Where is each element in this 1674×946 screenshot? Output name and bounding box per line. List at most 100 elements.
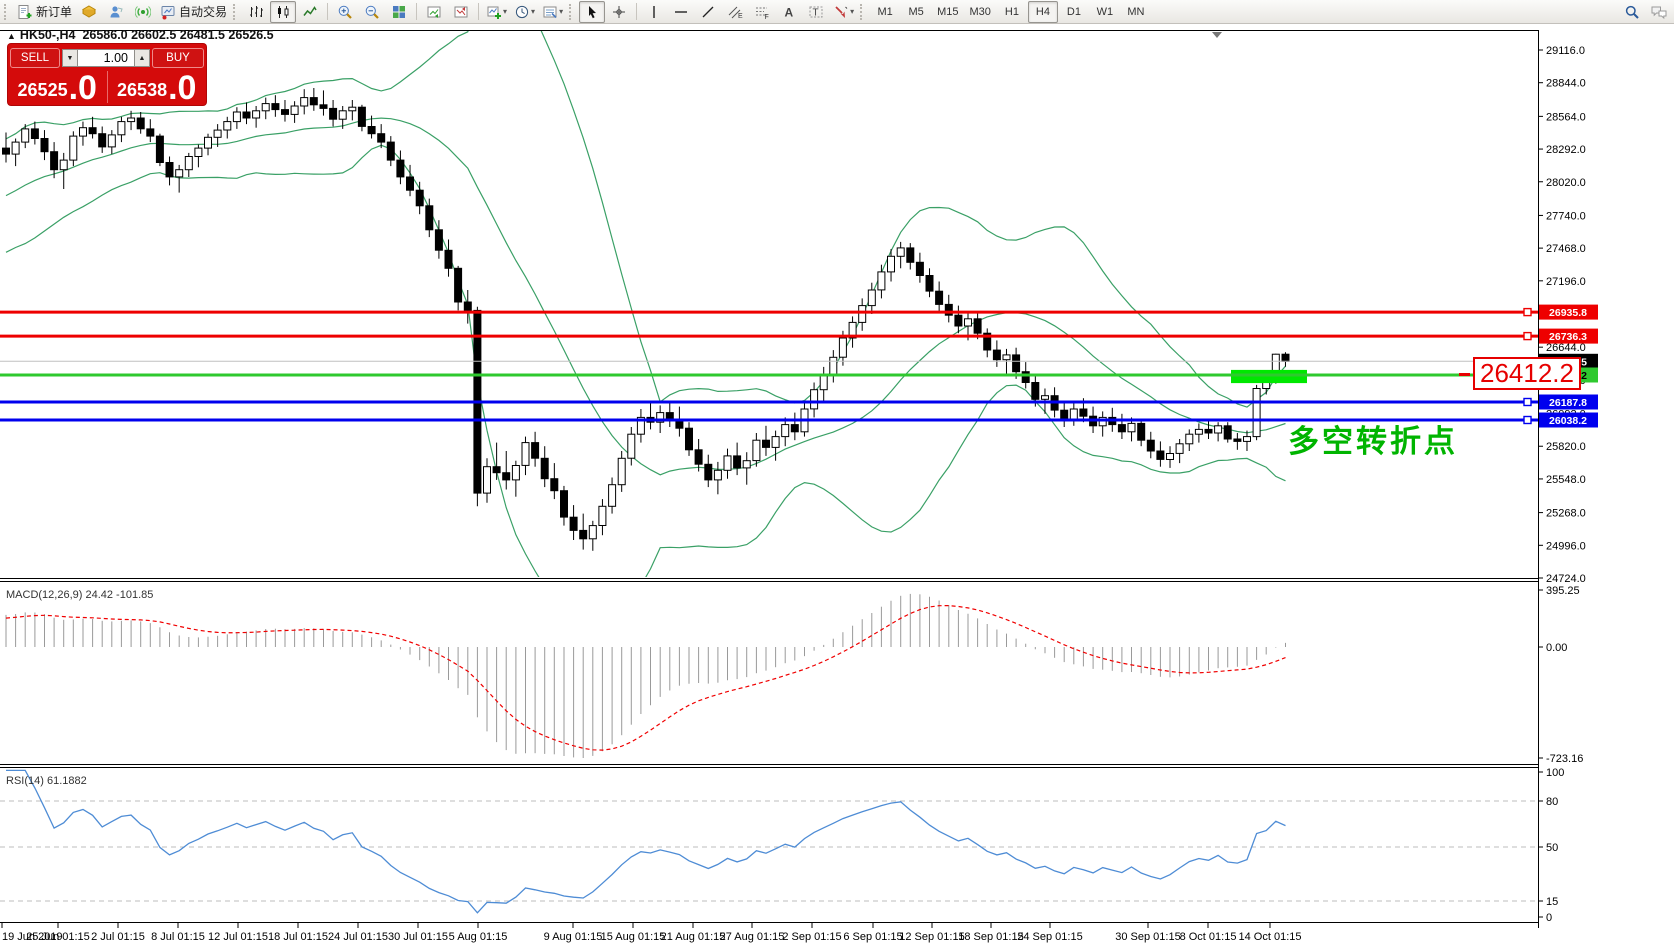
svg-text:80: 80: [1546, 796, 1558, 808]
channel-icon: E: [728, 6, 743, 20]
sell-button[interactable]: SELL: [10, 48, 60, 68]
time-axis[interactable]: 19 Jun 201925 Jun 01:15 2 Jul 01:15 8 Jul …: [1, 922, 1302, 943]
chart-area[interactable]: 29116.0 28844.0 28564.0 28292.0 28020.0 27740…: [0, 24, 1674, 946]
fibonacci-tool[interactable]: F: [749, 1, 775, 23]
chat-icon: [1651, 6, 1667, 19]
tf-m15-button[interactable]: M15: [932, 1, 963, 23]
tf-w1-button[interactable]: W1: [1090, 1, 1120, 23]
horizontal-line-tool[interactable]: [668, 1, 694, 23]
autotrade-icon: [161, 5, 175, 19]
svg-text:8 Jul 01:15: 8 Jul 01:15: [151, 931, 205, 943]
chart-collapse-icon[interactable]: ▲: [7, 31, 16, 41]
horizontal-line-icon: [675, 10, 688, 13]
signals-button[interactable]: [130, 1, 156, 23]
buy-price-main: 26538: [117, 80, 168, 100]
candlesticks: [2, 88, 1290, 551]
new-order-icon: [18, 4, 32, 19]
autotrade-button[interactable]: 自动交易: [157, 1, 230, 23]
svg-text:0.00: 0.00: [1546, 642, 1567, 654]
svg-text:12 Jul 01:15: 12 Jul 01:15: [208, 931, 268, 943]
crosshair-tool-button[interactable]: [606, 1, 632, 23]
tile-windows-button[interactable]: [386, 1, 412, 23]
svg-text:26935.8: 26935.8: [1549, 307, 1587, 319]
arrows-tool[interactable]: ▾: [830, 1, 857, 23]
line-chart-button[interactable]: [297, 1, 323, 23]
add-indicator-button[interactable]: ▾: [483, 1, 510, 23]
tf-m30-button[interactable]: M30: [965, 1, 996, 23]
tf-mn-button[interactable]: MN: [1121, 1, 1151, 23]
toolbar-grip: [4, 3, 11, 20]
svg-text:2 Sep 01:15: 2 Sep 01:15: [782, 931, 841, 943]
clock-icon: [515, 5, 529, 18]
macd-axis[interactable]: 395.25 0.00 -723.16: [1538, 585, 1583, 765]
cursor-tool-button[interactable]: [579, 0, 606, 23]
new-order-button[interactable]: 新订单: [14, 1, 75, 23]
channel-tool[interactable]: E: [722, 1, 748, 23]
sell-price-button[interactable]: 26525 .0: [8, 69, 107, 105]
svg-text:A: A: [785, 5, 794, 19]
accounts-button[interactable]: [103, 1, 129, 23]
macd-histogram: [5, 593, 1286, 758]
svg-text:27196.0: 27196.0: [1546, 276, 1586, 288]
zoom-in-button[interactable]: [332, 1, 358, 23]
key-level-price-label[interactable]: 26412.2: [1473, 357, 1581, 390]
indicator-window-button[interactable]: [448, 1, 474, 23]
period-clock-button[interactable]: ▾: [511, 1, 538, 23]
new-order-label: 新订单: [36, 5, 73, 19]
price-chart-svg[interactable]: 29116.0 28844.0 28564.0 28292.0 28020.0 27740…: [0, 24, 1674, 946]
tf-h4-button[interactable]: H4: [1027, 0, 1058, 23]
chart-window-up-icon: [427, 6, 441, 18]
svg-text:25820.0: 25820.0: [1546, 441, 1586, 453]
data-window-button[interactable]: [421, 1, 447, 23]
pivot-note-text[interactable]: 多空转折点: [1288, 416, 1458, 461]
svg-text:50: 50: [1546, 842, 1558, 854]
svg-text:27740.0: 27740.0: [1546, 210, 1586, 222]
chart-shift-marker[interactable]: [1212, 32, 1222, 38]
dropdown-caret-icon: ▾: [531, 7, 536, 16]
trendline-tool[interactable]: [695, 1, 721, 23]
main-toolbar: 新订单 自动交易 ▾ ▾ ▾ E F A T ▾ M1 M5 M15 M30 H…: [0, 0, 1674, 24]
tf-m5-button[interactable]: M5: [901, 1, 931, 23]
zoom-in-icon: [338, 5, 352, 19]
horizontal-lines[interactable]: [0, 307, 1538, 425]
text-label-tool[interactable]: T: [803, 1, 829, 23]
buy-button[interactable]: BUY: [152, 48, 204, 68]
svg-text:E: E: [738, 13, 743, 20]
template-button[interactable]: ▾: [539, 1, 566, 23]
svg-text:26736.3: 26736.3: [1549, 331, 1587, 343]
chart-symbol-period: HK50-,H4: [19, 28, 76, 42]
bar-chart-button[interactable]: [243, 1, 269, 23]
svg-text:24724.0: 24724.0: [1546, 573, 1586, 585]
volume-up-button[interactable]: ▲: [134, 49, 150, 67]
rsi-axis[interactable]: 100 80 50 15 0: [1538, 767, 1564, 924]
tf-d1-button[interactable]: D1: [1059, 1, 1089, 23]
bollinger-bands: [5, 31, 1286, 577]
market-watch-button[interactable]: [76, 1, 102, 23]
tf-h1-button[interactable]: H1: [997, 1, 1027, 23]
add-indicator-icon: [487, 6, 502, 19]
bar-chart-icon: [250, 5, 264, 17]
svg-text:24996.0: 24996.0: [1546, 540, 1586, 552]
toolbar-separator: [636, 3, 638, 20]
vertical-line-tool[interactable]: [641, 1, 667, 23]
candlestick-chart-button[interactable]: [270, 0, 297, 23]
text-tool[interactable]: A: [776, 1, 802, 23]
template-icon: [543, 6, 557, 18]
zoom-out-button[interactable]: [359, 1, 385, 23]
svg-text:T: T: [813, 7, 819, 18]
svg-text:100: 100: [1546, 767, 1564, 779]
search-button[interactable]: [1619, 1, 1645, 23]
dropdown-caret-icon: ▾: [850, 7, 855, 16]
zoom-out-icon: [365, 5, 379, 19]
svg-text:12 Sep 01:15: 12 Sep 01:15: [899, 931, 964, 943]
volume-field[interactable]: 1.00: [78, 49, 134, 67]
svg-text:25 Jun 01:15: 25 Jun 01:15: [26, 931, 90, 943]
volume-down-button[interactable]: ▼: [62, 49, 78, 67]
chart-ohlc-values: 26586.0 26602.5 26481.5 26526.5: [82, 28, 274, 42]
svg-text:28020.0: 28020.0: [1546, 177, 1586, 189]
svg-text:27468.0: 27468.0: [1546, 243, 1586, 255]
gold-cube-icon: [82, 4, 97, 18]
chat-button[interactable]: [1646, 1, 1672, 23]
tf-m1-button[interactable]: M1: [870, 1, 900, 23]
buy-price-button[interactable]: 26538 .0: [108, 69, 207, 105]
